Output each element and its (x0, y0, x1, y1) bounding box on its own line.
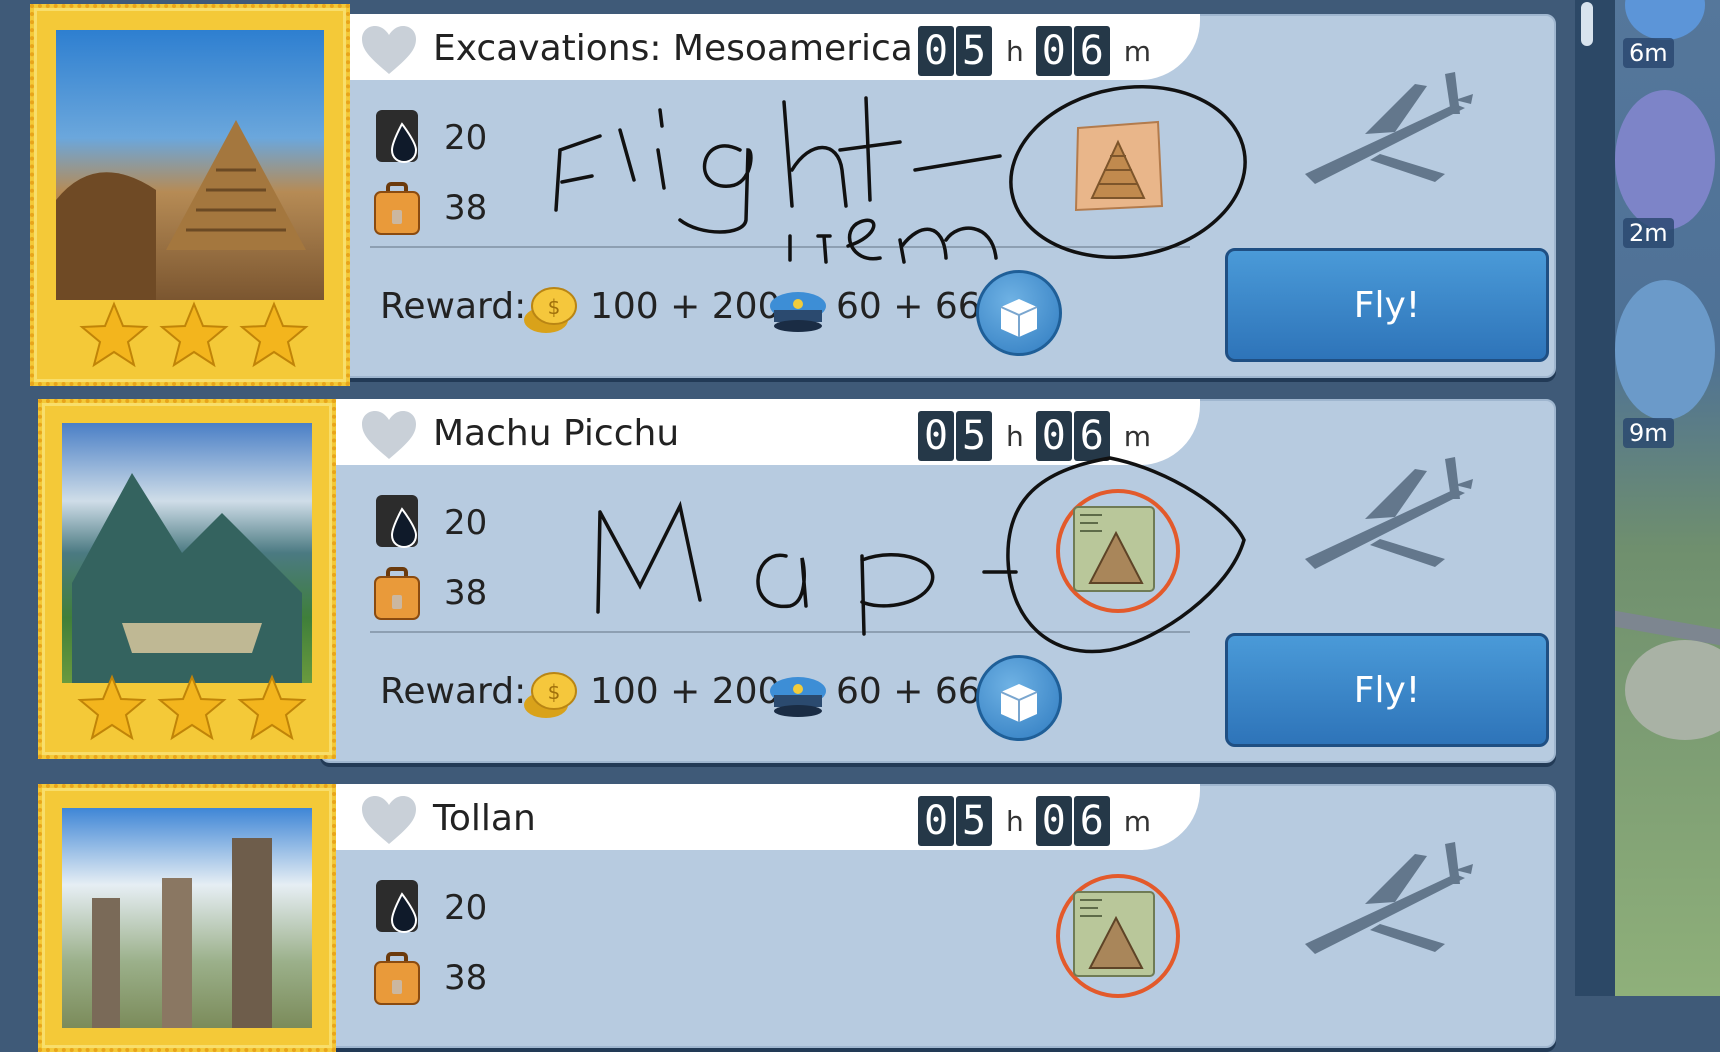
mission-title: Tollan (433, 798, 536, 839)
heart-icon[interactable] (360, 794, 418, 846)
duration-digit: 6 (1073, 411, 1110, 461)
suitcase-icon (374, 952, 420, 1005)
luggage-count: 38 (444, 958, 488, 998)
scrollbar[interactable] (1578, 0, 1592, 996)
hours-unit: h (1006, 419, 1024, 453)
star-rating (79, 301, 309, 368)
pyramid-parchment-icon[interactable] (1070, 118, 1166, 218)
mission-title: Excavations: Mesoamerica (433, 28, 913, 69)
card-divider (370, 631, 1190, 633)
reward-label: Reward: (380, 671, 527, 712)
fuel-cost: 20 (444, 888, 488, 928)
mystery-box-icon[interactable] (976, 270, 1062, 356)
game-world-panel: 6m 2m 9m (1615, 0, 1720, 996)
duration-digit: 0 (918, 26, 954, 76)
side-mission-icon-1[interactable] (1625, 0, 1705, 40)
fly-button[interactable]: Fly! (1225, 633, 1549, 747)
minutes-unit: m (1123, 419, 1152, 453)
fuel-cost: 20 (444, 503, 488, 543)
pilot-cap-icon (770, 292, 826, 332)
crew-reward: 60 + 66 (836, 671, 981, 712)
duration-digit: 0 (1035, 26, 1072, 76)
road (1615, 610, 1720, 646)
minutes-unit: m (1123, 804, 1152, 838)
duration-digit: 5 (956, 26, 992, 76)
side-timer-3: 9m (1623, 418, 1674, 448)
minutes-unit: m (1123, 34, 1152, 68)
destination-image (62, 423, 312, 683)
mission-title: Machu Picchu (433, 413, 680, 454)
side-timer-1: 6m (1623, 38, 1674, 68)
pyramid-map-icon[interactable] (1066, 884, 1162, 984)
destination-stamp (38, 399, 336, 759)
duration-digit: 0 (918, 411, 954, 461)
card-divider (370, 246, 1190, 248)
heart-icon[interactable] (360, 409, 418, 461)
duration-digit: 0 (918, 796, 954, 846)
airplane-icon (1305, 72, 1473, 184)
duration-digit: 6 (1073, 796, 1110, 846)
flight-duration: 0 5 h 0 6 m (918, 26, 1163, 76)
duration-digit: 0 (1035, 411, 1072, 461)
pyramid-map-icon[interactable] (1066, 499, 1162, 599)
side-mission-icon-2[interactable] (1615, 90, 1715, 230)
fuel-barrel-icon (376, 495, 418, 549)
svg-text:$: $ (548, 295, 561, 319)
duration-digit: 6 (1073, 26, 1110, 76)
duration-digit: 5 (956, 411, 992, 461)
fuel-cost: 20 (444, 118, 488, 158)
destination-stamp (38, 784, 336, 1052)
hours-unit: h (1006, 804, 1024, 838)
hours-unit: h (1006, 34, 1024, 68)
fuel-barrel-icon (376, 110, 418, 164)
coin-reward: 100 + 200 (590, 671, 781, 712)
reward-label: Reward: (380, 286, 527, 327)
fly-button[interactable]: Fly! (1225, 248, 1549, 362)
star-rating (77, 674, 307, 741)
destination-stamp (30, 4, 350, 386)
flight-duration: 0 5 h 0 6 m (918, 411, 1163, 461)
suitcase-icon (374, 182, 420, 235)
luggage-count: 38 (444, 573, 488, 613)
suitcase-icon (374, 567, 420, 620)
mystery-box-icon[interactable] (976, 655, 1062, 741)
coin-icon: $ (524, 672, 577, 718)
crew-reward: 60 + 66 (836, 286, 981, 327)
side-timer-2: 2m (1623, 218, 1674, 248)
runway (1625, 640, 1720, 740)
airplane-icon (1305, 457, 1473, 569)
pilot-cap-icon (770, 677, 826, 717)
side-mission-icon-3[interactable] (1615, 280, 1715, 420)
scrollbar-thumb[interactable] (1581, 2, 1593, 46)
heart-icon[interactable] (360, 24, 418, 76)
flight-duration: 0 5 h 0 6 m (918, 796, 1163, 846)
destination-image (56, 30, 324, 300)
svg-text:$: $ (548, 680, 561, 704)
fuel-barrel-icon (376, 880, 418, 934)
duration-digit: 5 (956, 796, 992, 846)
luggage-count: 38 (444, 188, 488, 228)
coin-reward: 100 + 200 (590, 286, 781, 327)
coin-icon: $ (524, 287, 577, 333)
duration-digit: 0 (1035, 796, 1072, 846)
destination-image (62, 808, 312, 1028)
airplane-icon (1305, 842, 1473, 954)
